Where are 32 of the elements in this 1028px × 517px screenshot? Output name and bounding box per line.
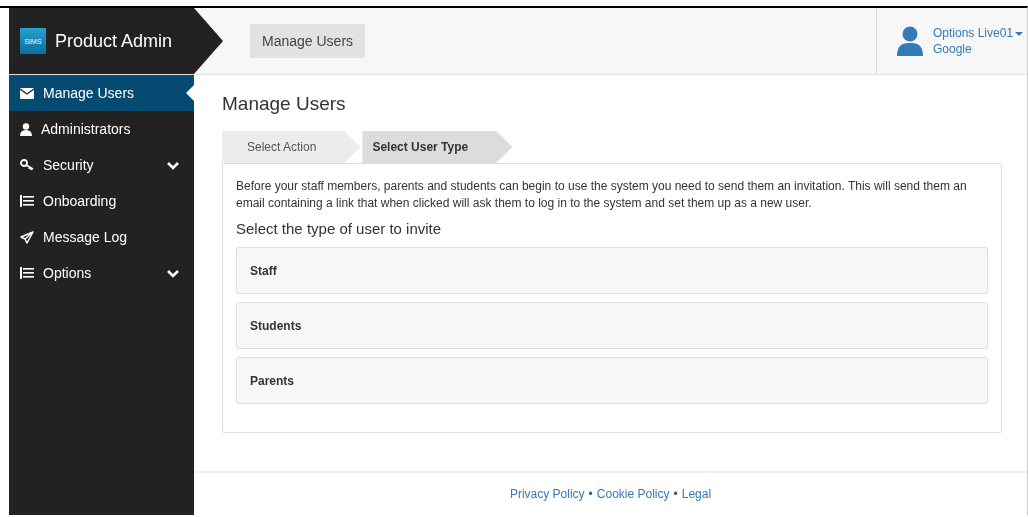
wizard-step[interactable]: Select Action	[222, 131, 361, 163]
sidebar-item[interactable]: Message Log	[9, 219, 194, 255]
key-icon	[20, 159, 34, 171]
list-icon	[20, 267, 34, 279]
sidebar-item[interactable]: Administrators	[9, 111, 194, 147]
footer-link[interactable]: Cookie Policy	[596, 487, 670, 501]
intro-text: Before your staff members, parents and students can begin to use the system you need to send them an invitation. This will send them an email containing a link that when clicked will ask them to log in to the system and set them up as a new user.	[236, 178, 968, 212]
list-icon	[20, 195, 34, 207]
organisation-name: Google	[933, 41, 973, 57]
separator: •	[673, 487, 678, 501]
section-heading: Select the type of user to invite	[236, 220, 443, 237]
page-title: Manage Users	[222, 93, 347, 115]
sidebar-item[interactable]: Manage Users	[9, 75, 194, 111]
app-title: Product Admin	[55, 30, 173, 52]
sidebar-item[interactable]: Onboarding	[9, 183, 194, 219]
page-button[interactable]: Manage Users	[250, 24, 366, 58]
user-type-option[interactable]: Parents	[236, 357, 988, 404]
envelope-icon	[20, 87, 34, 99]
user-menu-link[interactable]: Options Live01	[933, 25, 1024, 41]
sidebar-item[interactable]: Security	[9, 147, 194, 183]
sidebar-item[interactable]: Options	[9, 255, 194, 291]
footer-link[interactable]: Privacy Policy	[509, 487, 585, 501]
paper-plane-icon	[20, 230, 34, 244]
footer-link[interactable]: Legal	[681, 487, 712, 501]
separator: •	[588, 487, 593, 501]
pointer-icon	[186, 85, 194, 101]
user-type-option[interactable]: Staff	[236, 247, 988, 294]
user-icon	[897, 26, 923, 56]
caret-icon	[1015, 31, 1024, 36]
wizard-step[interactable]: Select User Type	[362, 131, 513, 163]
person-icon	[20, 122, 32, 136]
user-type-option[interactable]: Students	[236, 302, 988, 349]
